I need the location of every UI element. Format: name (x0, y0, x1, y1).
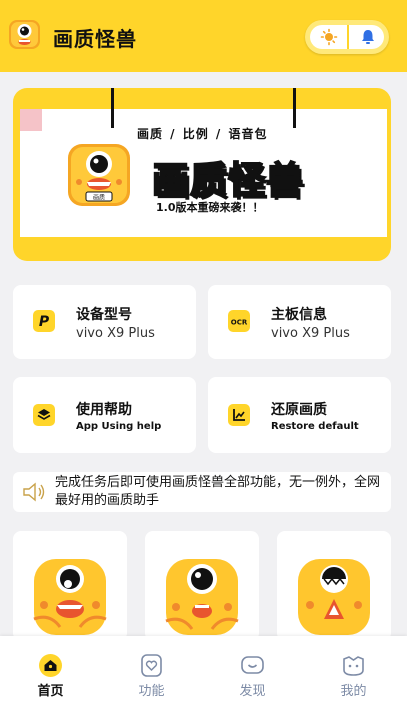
home-icon (39, 654, 62, 677)
tab-label: 我的 (340, 684, 367, 699)
banner-paper-fold (20, 109, 42, 131)
notice-text: 完成任务后即可使用画质怪兽全部功能，无一例外，全网最好用的画质助手 (55, 475, 381, 508)
banner-tagline: 1.0版本重磅来袭！！ (156, 201, 264, 214)
heart-box-icon (141, 654, 162, 677)
ocr-icon: OCR (228, 310, 250, 332)
pill-divider (347, 25, 349, 49)
banner-title: 画质怪兽 (151, 158, 304, 203)
card-title: 设备型号 (76, 307, 132, 323)
card-subtitle: App Using help (76, 421, 162, 432)
tab-mine[interactable]: 我的 (303, 636, 404, 709)
cat-face-icon (343, 656, 364, 676)
banner-string-left (111, 88, 114, 128)
svg-text:P: P (39, 314, 50, 330)
pill-inner (310, 25, 384, 49)
card-subtitle: vivo X9 Plus (271, 326, 350, 341)
app-title: 画质怪兽 (53, 27, 137, 51)
ocr-icon-text: OCR (231, 319, 248, 327)
chart-icon (228, 404, 250, 426)
tab-discover[interactable]: 发现 (202, 636, 303, 709)
bell-icon[interactable] (359, 28, 377, 46)
tab-label: 首页 (37, 684, 64, 699)
mascot-card[interactable] (13, 531, 127, 641)
app-header: 画质怪兽 (0, 0, 407, 72)
chat-smile-icon (241, 656, 264, 674)
p-letter-icon: P (33, 310, 55, 332)
card-title: 使用帮助 (76, 402, 132, 418)
tab-features[interactable]: 功能 (101, 636, 202, 709)
usage-help-card[interactable]: 使用帮助 App Using help (13, 377, 196, 453)
device-model-card[interactable]: P 设备型号 vivo X9 Plus (13, 285, 196, 359)
tab-label: 发现 (239, 684, 266, 699)
mascot-card[interactable] (145, 531, 259, 641)
notice-bar: 完成任务后即可使用画质怪兽全部功能，无一例外，全网最好用的画质助手 (13, 472, 391, 512)
tab-label: 功能 (138, 684, 165, 699)
banner-subtitle: 画质 / 比例 / 语音包 (137, 127, 268, 141)
banner-string-right (293, 88, 296, 128)
card-title: 主板信息 (271, 307, 327, 323)
monster-grin-icon (165, 559, 239, 635)
monster-app-icon: 画质 (68, 144, 130, 206)
tab-home[interactable]: 首页 (0, 636, 101, 709)
monster-logo-icon (9, 20, 40, 49)
card-subtitle: vivo X9 Plus (76, 326, 155, 341)
sun-theme-icon[interactable] (320, 28, 338, 46)
bottom-tab-bar: 首页 功能 发现 我的 (0, 636, 407, 709)
header-action-pill (305, 20, 389, 54)
app-icon-caption: 画质 (93, 194, 105, 202)
card-title: 还原画质 (271, 402, 327, 418)
speaker-icon (23, 482, 45, 502)
layers-icon (33, 404, 55, 426)
monster-spike-icon (298, 559, 370, 635)
mascot-card[interactable] (277, 531, 391, 641)
board-info-card[interactable]: OCR 主板信息 vivo X9 Plus (208, 285, 391, 359)
restore-quality-card[interactable]: 还原画质 Restore default (208, 377, 391, 453)
monster-cheerful-icon (33, 559, 107, 635)
card-subtitle: Restore default (271, 421, 359, 432)
